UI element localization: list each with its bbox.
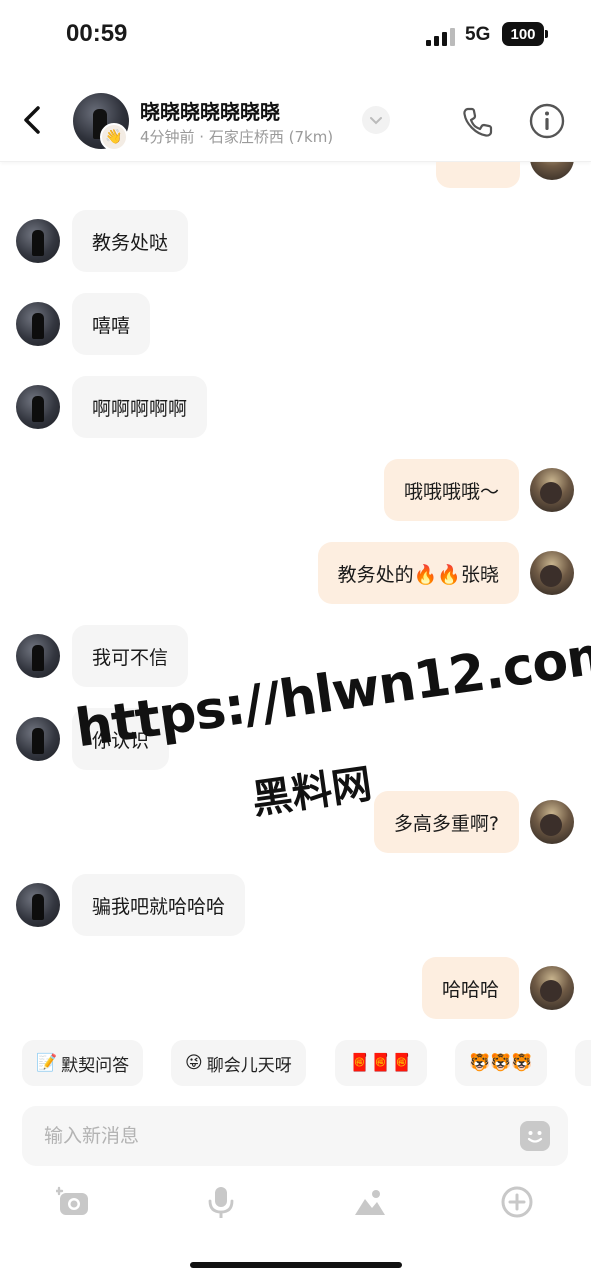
contact-avatar[interactable] <box>16 219 60 263</box>
emoji-button[interactable] <box>520 1121 550 1151</box>
network-label: 5G <box>465 24 491 45</box>
my-avatar[interactable] <box>530 468 574 512</box>
chip-more[interactable] <box>575 1040 591 1086</box>
info-icon[interactable] <box>528 102 566 140</box>
message-bubble[interactable]: 教务处的🔥🔥张晓 <box>317 542 519 604</box>
more-button[interactable] <box>497 1182 537 1222</box>
chip-label: 聊会儿天呀 <box>206 1055 292 1076</box>
winking-face-icon: 😜 <box>185 1053 203 1073</box>
contact-avatar[interactable] <box>16 717 60 761</box>
plus-icon <box>501 1186 533 1218</box>
message-bubble[interactable]: 哈哈哈 <box>421 957 519 1019</box>
battery-icon: 100 <box>502 22 544 46</box>
battery-tip <box>545 30 548 38</box>
phone-icon[interactable] <box>460 104 496 140</box>
message-input-box <box>22 1106 568 1166</box>
voice-button[interactable] <box>201 1182 241 1222</box>
status-time: 00:59 <box>66 20 128 47</box>
message-input[interactable] <box>44 1106 514 1166</box>
contact-status: 4分钟前 · 石家庄桥西 (7km) <box>140 128 334 146</box>
status-bar: 00:59 5G 100 <box>0 0 591 70</box>
contact-name[interactable]: 晓晓晓晓晓晓晓 <box>140 96 280 125</box>
hand-wave-icon: 👋 <box>100 123 128 151</box>
camera-icon <box>56 1186 88 1215</box>
message-list[interactable]: 教务处哒 嘻嘻 啊啊啊啊啊 哦哦哦哦～ 教务处的🔥🔥张晓 我可不信 你认识 多高… <box>0 162 591 1020</box>
memo-icon: 📝 <box>36 1053 58 1073</box>
message-row: 啊啊啊啊啊 <box>0 376 591 438</box>
microphone-icon <box>208 1187 234 1218</box>
image-icon <box>355 1190 385 1215</box>
message-row: 嘻嘻 <box>0 293 591 355</box>
message-row: 我可不信 <box>0 625 591 687</box>
message-bubble[interactable]: 啊啊啊啊啊 <box>72 376 208 438</box>
chip-chat[interactable]: 😜 聊会儿天呀 <box>171 1040 306 1086</box>
message-row: 哈哈哈 <box>0 957 591 1019</box>
message-bubble[interactable]: 教务处哒 <box>72 210 189 272</box>
message-bubble[interactable]: 我可不信 <box>72 625 189 687</box>
expand-button[interactable] <box>362 106 390 134</box>
back-button[interactable] <box>18 100 48 140</box>
chip-red-envelopes[interactable]: 🧧🧧🧧 <box>335 1040 427 1086</box>
chip-label: 🧧🧧🧧 <box>349 1053 413 1073</box>
my-avatar[interactable] <box>530 551 574 595</box>
message-bubble-partial <box>436 162 520 188</box>
message-bubble[interactable]: 你认识 <box>72 708 170 770</box>
contact-avatar[interactable] <box>16 634 60 678</box>
home-indicator[interactable] <box>190 1262 402 1268</box>
chat-header: 👋 晓晓晓晓晓晓晓 4分钟前 · 石家庄桥西 (7km) <box>0 80 591 162</box>
chip-tigers[interactable]: 🐯🐯🐯 <box>455 1040 547 1086</box>
message-row: 教务处哒 <box>0 210 591 272</box>
chip-tacit-quiz[interactable]: 📝 默契问答 <box>22 1040 144 1086</box>
chevron-down-icon <box>370 117 382 125</box>
message-bubble[interactable]: 嘻嘻 <box>72 293 151 355</box>
contact-avatar[interactable] <box>16 883 60 927</box>
contact-avatar[interactable] <box>16 385 60 429</box>
message-bubble[interactable]: 哦哦哦哦～ <box>383 459 519 521</box>
my-avatar <box>530 162 574 180</box>
message-row: 你认识 <box>0 708 591 770</box>
signal-icon <box>426 26 456 46</box>
contact-avatar[interactable] <box>16 302 60 346</box>
my-avatar[interactable] <box>530 966 574 1010</box>
message-bubble[interactable]: 多高多重啊? <box>373 791 519 853</box>
chip-label: 🐯🐯🐯 <box>469 1053 533 1073</box>
my-avatar[interactable] <box>530 800 574 844</box>
camera-button[interactable] <box>54 1182 94 1222</box>
image-button[interactable] <box>350 1182 390 1222</box>
chevron-left-icon <box>24 106 40 134</box>
message-row: 骗我吧就哈哈哈 <box>0 874 591 936</box>
smiley-icon <box>527 1131 543 1143</box>
message-row: 教务处的🔥🔥张晓 <box>0 542 591 604</box>
message-bubble[interactable]: 骗我吧就哈哈哈 <box>72 874 246 936</box>
message-row: 多高多重啊? <box>0 791 591 853</box>
message-row: 哦哦哦哦～ <box>0 459 591 521</box>
quick-reply-chips: 📝 默契问答 😜 聊会儿天呀 🧧🧧🧧 🐯🐯🐯 <box>22 1040 591 1086</box>
chip-label: 默契问答 <box>61 1055 130 1076</box>
